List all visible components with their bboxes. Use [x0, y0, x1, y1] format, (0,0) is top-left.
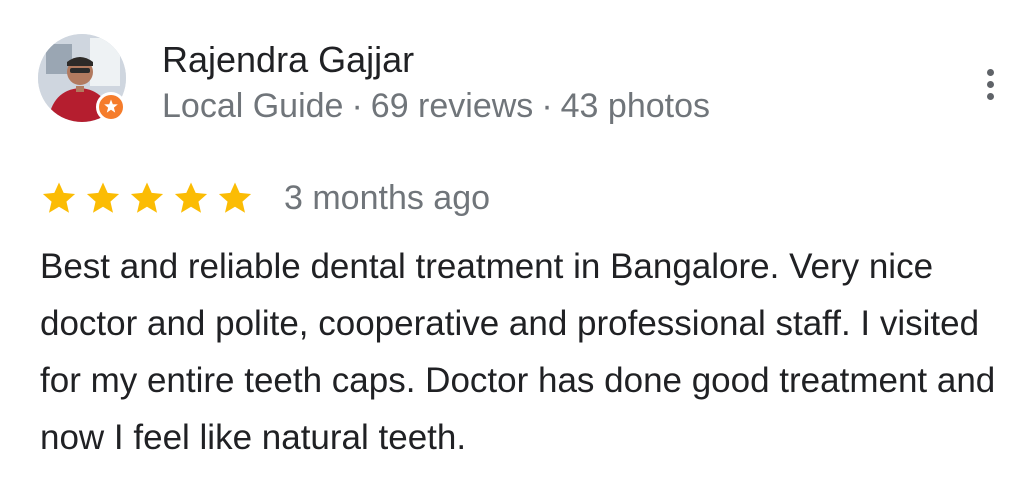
more-vert-icon: [986, 68, 994, 76]
local-guide-label: Local Guide: [162, 87, 344, 125]
review-text: Best and reliable dental treatment in Ba…: [40, 247, 996, 457]
reviewer-meta: Local Guide · 69 reviews · 43 photos: [162, 84, 710, 128]
review-count: 69 reviews: [370, 87, 534, 125]
star-icon: [174, 182, 208, 213]
local-guide-icon: [96, 92, 126, 122]
review-card: Rajendra Gajjar Local Guide · 69 reviews · 4…: [0, 0, 1024, 495]
rating-row: 3 months ago: [40, 174, 490, 222]
star-icon: [42, 182, 76, 213]
avatar-wrap[interactable]: [38, 34, 130, 126]
star-icon: [86, 182, 120, 213]
meta-separator: ·: [541, 87, 553, 125]
meta-separator: ·: [351, 87, 363, 125]
more-vert-icon: [986, 80, 994, 88]
star-rating: [40, 179, 254, 217]
reviewer-name[interactable]: Rajendra Gajjar: [162, 38, 414, 82]
star-icon: [218, 182, 252, 213]
star-icon: [130, 182, 164, 213]
photo-count: 43 photos: [560, 87, 710, 125]
more-vert-icon: [986, 92, 994, 100]
more-options-button[interactable]: [970, 58, 1010, 110]
review-time: 3 months ago: [284, 179, 491, 217]
